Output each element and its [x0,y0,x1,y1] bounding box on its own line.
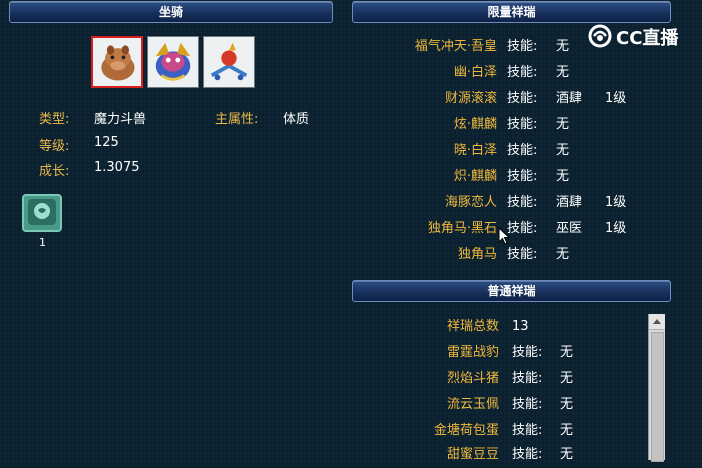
scroll-thumb[interactable] [651,332,664,462]
normal-panel-title: 普通祥瑞 [352,280,671,302]
emblem-item-icon [22,194,62,232]
level-label: 等级: [39,139,70,154]
normal-row-name: 流云玉佩 [446,397,499,412]
level-value: 125 [94,135,119,150]
limited-row-name: 晓·白泽 [453,143,497,158]
normal-row-name: 烈焰斗猪 [446,371,499,386]
limited-row-name: 海豚恋人 [444,195,497,210]
normal-list-scrollbar[interactable] [648,314,665,462]
skill-level: 1级 [605,195,627,210]
skill-label: 技能: [512,345,543,360]
limited-row-name: 财源滚滚 [444,91,497,106]
bird-mount-icon [204,37,254,87]
limited-row[interactable]: 独角马·黑石 技能: 巫医 1级 [352,216,626,242]
item-count: 1 [39,236,46,249]
skill-value: 无 [560,447,574,462]
mount-slot-boar[interactable] [91,36,143,88]
total-value: 13 [512,319,529,334]
limited-row[interactable]: 海豚恋人 技能: 酒肆 1级 [352,190,626,216]
limited-row-name: 炫·麒麟 [453,117,497,132]
skill-label: 技能: [507,39,538,54]
normal-row[interactable]: 雷霆战豹 技能: 无 [352,340,573,366]
cc-logo-icon [588,24,612,48]
limited-row[interactable]: 独角马 技能: 无 [352,242,569,268]
type-value: 魔力斗兽 [94,112,147,127]
skill-value: 无 [560,345,574,360]
skill-label: 技能: [507,91,538,106]
skill-value: 无 [556,169,570,184]
skill-label: 技能: [507,143,538,158]
mouse-cursor-icon [498,227,510,245]
limited-row[interactable]: 晓·白泽 技能: 无 [352,138,569,164]
skill-value: 酒肆 [556,195,583,210]
total-row: 祥瑞总数 13 [352,314,529,340]
skill-level: 1级 [605,221,627,236]
skill-value: 无 [556,65,570,80]
limited-row-name: 独角马 [457,247,497,262]
skill-label: 技能: [507,247,538,262]
skill-label: 技能: [507,65,538,80]
skill-value: 无 [556,143,570,158]
normal-row[interactable]: 烈焰斗猪 技能: 无 [352,366,573,392]
scroll-up-button[interactable] [649,314,665,330]
normal-row[interactable]: 甜蜜豆豆 技能: 无 [352,442,573,468]
normal-row-name: 雷霆战豹 [446,345,499,360]
skill-level: 1级 [605,91,627,106]
limited-row[interactable]: 炽·麒麟 技能: 无 [352,164,569,190]
skill-value: 无 [556,117,570,132]
dragon-mount-icon [148,37,198,87]
skill-value: 无 [560,371,574,386]
skill-value: 巫医 [556,221,583,236]
skill-label: 技能: [512,423,543,438]
skill-label: 技能: [507,117,538,132]
skill-label: 技能: [507,169,538,184]
skill-value: 酒肆 [556,91,583,106]
limited-panel-title: 限量祥瑞 [352,1,671,23]
skill-label: 技能: [512,371,543,386]
limited-row[interactable]: 炫·麒麟 技能: 无 [352,112,569,138]
skill-value: 无 [556,247,570,262]
growth-label: 成长: [39,164,70,179]
cc-live-watermark: CC直播 [588,22,688,50]
skill-label: 技能: [507,195,538,210]
skill-label: 技能: [512,397,543,412]
normal-row[interactable]: 金塘荷包蛋 技能: 无 [352,418,573,444]
mount-slot-bird[interactable] [203,36,255,88]
mount-panel-title: 坐骑 [9,1,333,23]
skill-label: 技能: [507,221,538,236]
skill-label: 技能: [512,447,543,462]
limited-row-name: 炽·麒麟 [453,169,497,184]
skill-value: 无 [560,397,574,412]
total-label: 祥瑞总数 [446,319,499,334]
normal-row-name: 甜蜜豆豆 [446,447,499,462]
mount-slot-dragon[interactable] [147,36,199,88]
main-attr-label: 主属性: [215,112,259,127]
limited-row[interactable]: 幽·白泽 技能: 无 [352,60,569,86]
normal-row-name: 金塘荷包蛋 [433,423,499,438]
limited-row-name: 独角马·黑石 [427,221,497,236]
boar-mount-icon [93,38,141,86]
normal-row[interactable]: 流云玉佩 技能: 无 [352,392,573,418]
limited-row[interactable]: 福气冲天·吾皇 技能: 无 [352,34,569,60]
item-slot[interactable] [22,194,62,232]
skill-value: 无 [560,423,574,438]
skill-value: 无 [556,39,570,54]
limited-row[interactable]: 财源滚滚 技能: 酒肆 1级 [352,86,626,112]
type-label: 类型: [39,112,70,127]
watermark-text: CC直播 [616,28,679,49]
growth-value: 1.3075 [94,160,140,175]
limited-row-name: 幽·白泽 [453,65,497,80]
limited-row-name: 福气冲天·吾皇 [414,39,497,54]
main-attr-value: 体质 [283,112,310,127]
